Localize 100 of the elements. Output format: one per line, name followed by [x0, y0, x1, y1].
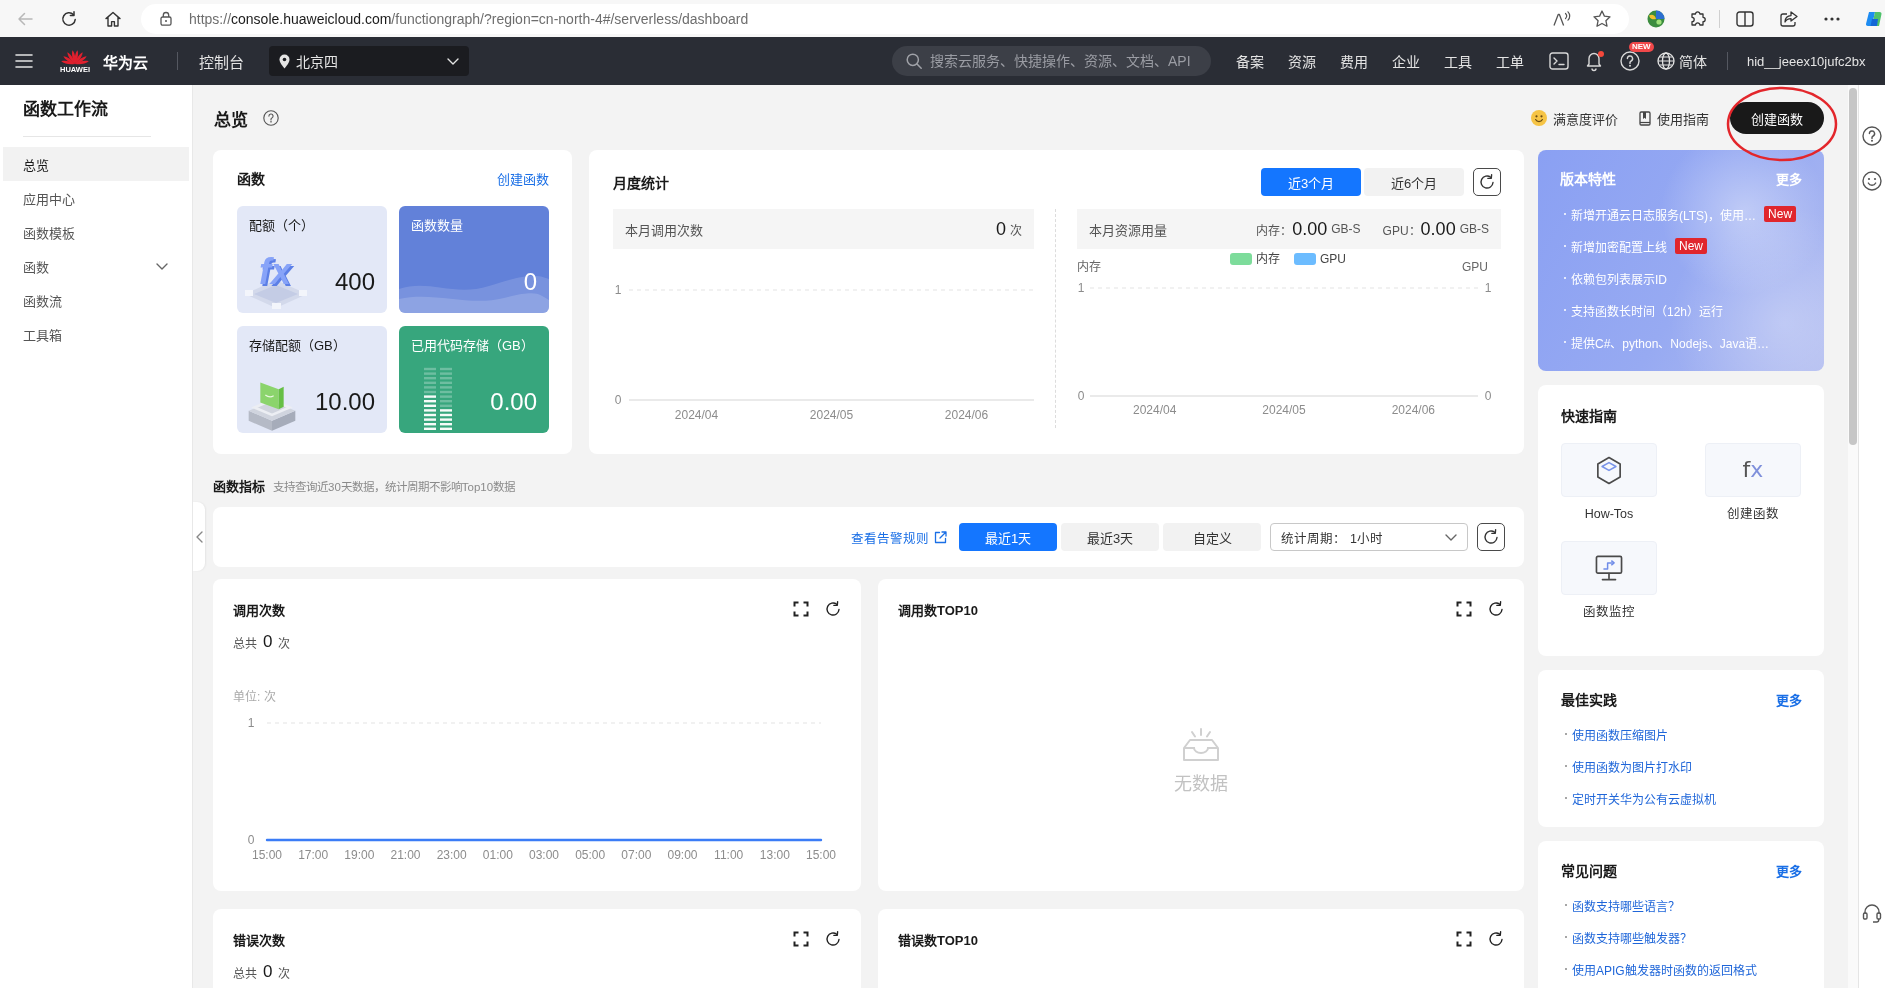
- period-select[interactable]: 统计周期： 1小时: [1270, 523, 1468, 551]
- refresh-icon[interactable]: [825, 931, 841, 947]
- refresh-button[interactable]: [1473, 168, 1501, 196]
- card-title: 调用次数: [233, 601, 285, 619]
- search-field[interactable]: 搜索云服务、快捷操作、资源、文档、API: [892, 46, 1211, 76]
- share-icon[interactable]: [1780, 10, 1798, 27]
- smiley-icon: [1531, 110, 1547, 126]
- refresh-icon[interactable]: [1488, 601, 1504, 617]
- tile-label: 已用代码存储（GB）: [411, 338, 535, 354]
- user-name[interactable]: hid__jeeex10jufc2bx: [1747, 53, 1866, 69]
- headset-icon[interactable]: [1862, 903, 1882, 923]
- create-function-button[interactable]: 创建函数: [1730, 102, 1824, 134]
- more-icon[interactable]: [1824, 16, 1840, 21]
- guide-label: How-Tos: [1584, 507, 1634, 521]
- scrollbar-thumb[interactable]: [1849, 88, 1857, 445]
- help-icon[interactable]: [263, 110, 279, 126]
- x-tick-label: 2024/05: [809, 408, 854, 422]
- nav-link[interactable]: 企业: [1392, 51, 1420, 71]
- sidebar-item[interactable]: 函数模板: [3, 215, 189, 249]
- sidebar-item[interactable]: 函数: [3, 249, 189, 283]
- practice-link[interactable]: 使用函数压缩图片: [1572, 725, 1668, 743]
- range-tab[interactable]: 最近1天: [959, 523, 1057, 551]
- refresh-icon[interactable]: [1488, 931, 1504, 947]
- refresh-icon[interactable]: [825, 601, 841, 617]
- sidebar-item[interactable]: 应用中心: [3, 181, 189, 215]
- split-screen-icon[interactable]: [1736, 10, 1754, 27]
- faq-link[interactable]: 使用APIG触发器时函数的返回格式: [1572, 960, 1757, 978]
- feedback-link[interactable]: 满意度评价: [1531, 108, 1618, 128]
- fullscreen-icon[interactable]: [1456, 601, 1472, 617]
- language-menu[interactable]: 简体: [1657, 51, 1707, 71]
- region-select[interactable]: 北京四: [269, 46, 469, 76]
- refresh-icon: [1479, 174, 1495, 190]
- nav-link[interactable]: 工单: [1496, 51, 1524, 71]
- alert-rules-link[interactable]: 查看告警规则: [851, 527, 947, 547]
- nav-link[interactable]: 备案: [1236, 51, 1264, 71]
- range-tab[interactable]: 近6个月: [1364, 168, 1464, 196]
- home-icon[interactable]: [105, 10, 121, 27]
- pin-icon: [279, 53, 290, 69]
- create-function-link[interactable]: 创建函数: [497, 168, 549, 188]
- brand-name[interactable]: 华为云: [103, 50, 148, 72]
- summary-label: 本月资源用量: [1089, 221, 1167, 239]
- address-bar[interactable]: https://console.huaweicloud.com/functiongraph/?region=cn-north-4#/serverless/dashboard: [141, 3, 1629, 34]
- bell-icon[interactable]: [1586, 51, 1602, 71]
- range-tab[interactable]: 自定义: [1163, 523, 1261, 551]
- assistant-icon[interactable]: [1866, 10, 1884, 27]
- nav-link[interactable]: 费用: [1340, 51, 1368, 71]
- chevron-down-icon[interactable]: [156, 262, 168, 270]
- nav-link[interactable]: 工具: [1444, 51, 1472, 71]
- practice-link[interactable]: 使用函数为图片打水印: [1572, 757, 1692, 775]
- refresh-icon[interactable]: [61, 10, 77, 27]
- menu-icon[interactable]: [15, 54, 33, 68]
- puzzle-icon[interactable]: [1691, 10, 1707, 27]
- total-unit: 次: [278, 965, 291, 981]
- more-link[interactable]: 更多: [1776, 860, 1802, 880]
- y-tick-label: 1: [614, 283, 622, 297]
- x-tick-label: 15:00: [806, 848, 836, 862]
- range-tab[interactable]: 最近3天: [1061, 523, 1159, 551]
- faq-link[interactable]: 函数支持哪些语言？: [1572, 896, 1680, 914]
- fullscreen-icon[interactable]: [793, 931, 809, 947]
- card-title: 快速指南: [1561, 407, 1617, 425]
- console-link[interactable]: 控制台: [199, 50, 244, 72]
- fullscreen-icon[interactable]: [1456, 931, 1472, 947]
- x-tick-label: 05:00: [575, 848, 606, 862]
- refresh-button[interactable]: [1477, 523, 1505, 551]
- x-tick-label: 01:00: [482, 848, 513, 862]
- reading-value: 0.00: [1292, 218, 1328, 240]
- read-aloud-icon[interactable]: [1553, 11, 1571, 26]
- guide-tile[interactable]: [1561, 541, 1657, 595]
- star-icon[interactable]: [1593, 10, 1611, 27]
- x-tick-label: 2024/05: [1262, 403, 1306, 417]
- tile-label: 配额（个）: [249, 218, 315, 234]
- chevron-left-icon: [195, 530, 203, 543]
- x-tick-label: 19:00: [344, 848, 375, 862]
- x-tick-label: 2024/04: [674, 408, 719, 422]
- petal-logo-icon[interactable]: [61, 48, 89, 65]
- section-hint: 支持查询近30天数据，统计周期不影响Top10数据: [273, 479, 516, 494]
- smiley-icon[interactable]: [1862, 171, 1882, 191]
- tile-value: 400: [334, 268, 375, 296]
- guide-link[interactable]: 使用指南: [1639, 108, 1709, 128]
- sidebar-item[interactable]: 函数流: [3, 283, 189, 317]
- more-link[interactable]: 更多: [1776, 689, 1802, 709]
- sidebar-item[interactable]: 总览: [3, 147, 189, 181]
- collapse-handle[interactable]: [193, 502, 205, 571]
- globe-extension-icon[interactable]: [1647, 9, 1665, 28]
- chevron-down-icon: [447, 57, 459, 65]
- empty-tray-icon: [1181, 728, 1221, 762]
- practice-link[interactable]: 定时开关华为公有云虚拟机: [1572, 789, 1716, 807]
- fullscreen-icon[interactable]: [793, 601, 809, 617]
- terminal-icon[interactable]: [1549, 52, 1569, 70]
- guide-tile[interactable]: [1561, 443, 1657, 497]
- faq-link[interactable]: 函数支持哪些触发器？: [1572, 928, 1692, 946]
- sidebar-item[interactable]: 工具箱: [3, 317, 189, 351]
- monitor-icon: [1595, 555, 1623, 581]
- nav-link[interactable]: 资源: [1288, 51, 1316, 71]
- range-tab[interactable]: 近3个月: [1261, 168, 1361, 196]
- y-tick-label: 1: [1484, 281, 1492, 295]
- card-title: 错误数TOP10: [898, 931, 978, 949]
- help-icon[interactable]: [1862, 126, 1882, 146]
- guide-label: 创建函数: [1727, 507, 1779, 521]
- axis-title: 内存: [1077, 260, 1101, 274]
